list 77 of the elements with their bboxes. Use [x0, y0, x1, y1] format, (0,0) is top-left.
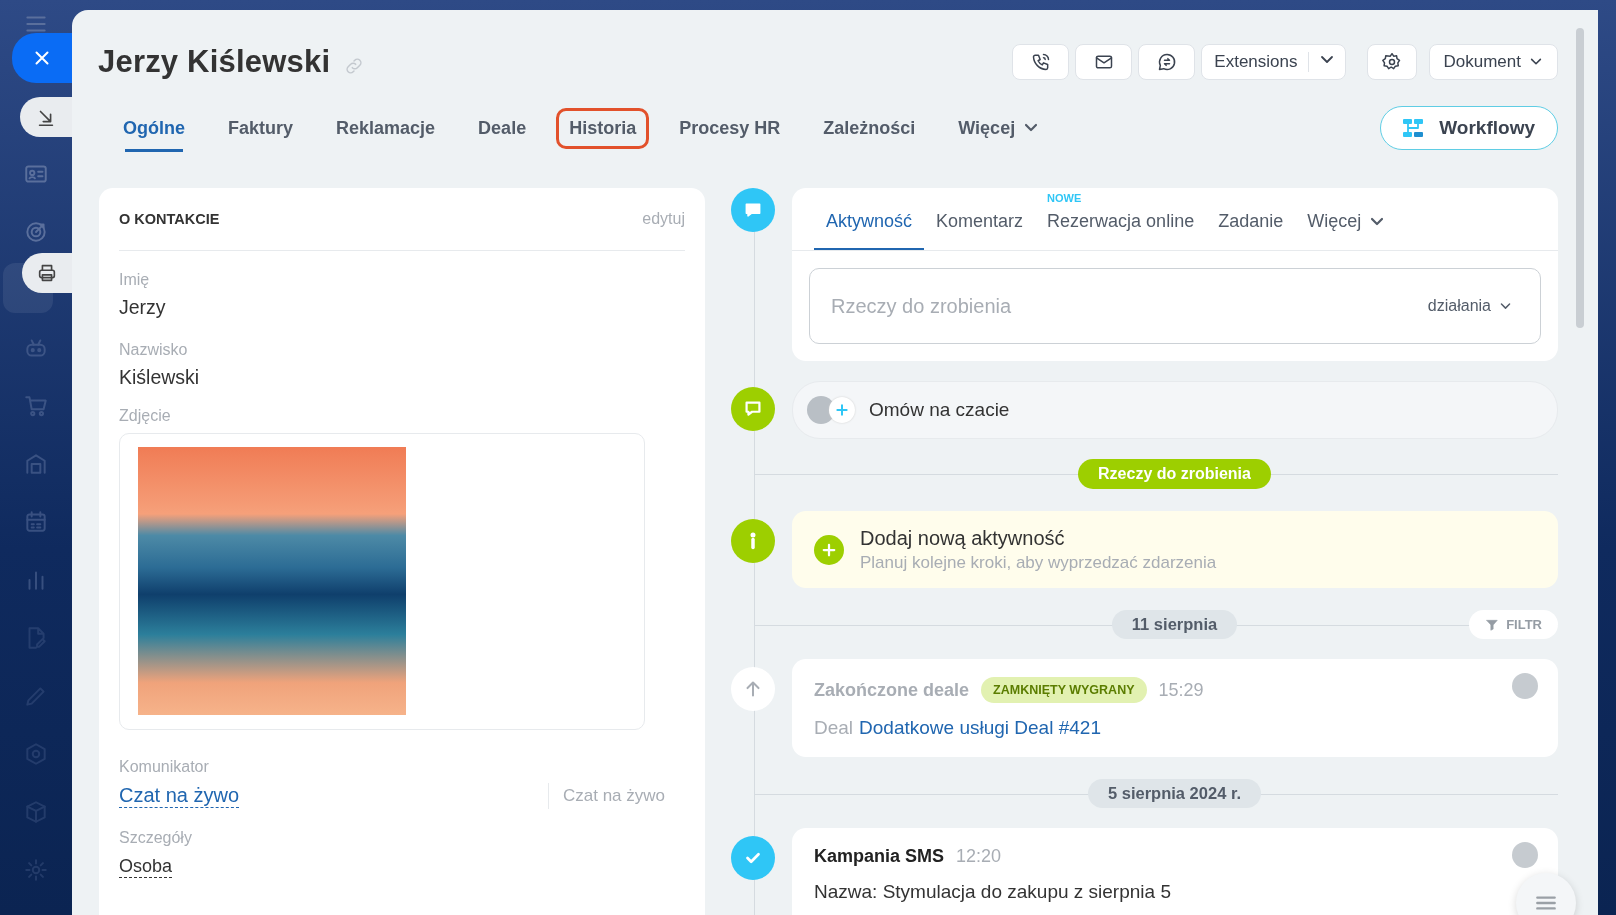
messenger-type: Czat na żywo: [547, 783, 665, 809]
event-title: Kampania SMS: [814, 846, 945, 867]
actions-dropdown[interactable]: działania: [1427, 297, 1512, 315]
tab[interactable]: Historia: [556, 107, 650, 149]
field-label: Szczegóły: [119, 829, 192, 847]
tab[interactable]: Ogólne: [110, 107, 198, 149]
status-badge: ZAMKNIĘTY WYGRANY: [981, 677, 1147, 703]
event-time: 15:29: [1158, 679, 1204, 701]
tab[interactable]: Reklamacje: [323, 107, 449, 149]
add-activity-hint: Planuj kolejne kroki, aby wyprzedzać zdarzenia: [860, 552, 1217, 573]
list-menu-button[interactable]: [1516, 873, 1576, 915]
minimize-button[interactable]: [20, 97, 72, 137]
tab[interactable]: Zależności: [810, 107, 929, 149]
phone-button[interactable]: [1012, 44, 1070, 80]
cart-icon[interactable]: [23, 393, 49, 419]
hexagon-icon[interactable]: [23, 741, 49, 767]
field-value: Kiślewski: [119, 366, 200, 389]
info-icon: [750, 532, 756, 550]
composer-tab[interactable]: Komentarz: [924, 211, 1036, 250]
phone-icon: [1030, 52, 1051, 72]
deal-label: Deal: [814, 717, 854, 739]
chat-button[interactable]: [1138, 44, 1196, 80]
chat-discussion-bar[interactable]: Omów na czacie: [792, 381, 1558, 439]
composer-tab[interactable]: Zadanie: [1206, 211, 1296, 250]
avatar: [1512, 673, 1538, 699]
new-label: NOWE: [1047, 192, 1082, 204]
todo-input-field[interactable]: Rzeczy do zrobienia działania: [809, 268, 1541, 344]
add-activity-title: Dodaj nową aktywność: [860, 526, 1066, 550]
messenger-link[interactable]: Czat na żywo: [119, 784, 240, 808]
section-badge: Rzeczy do zrobienia: [1078, 459, 1271, 489]
field-label: Nazwisko: [119, 341, 188, 359]
tab[interactable]: Więcej: [945, 107, 1053, 149]
section-heading: O KONTAKCIE: [119, 211, 220, 227]
printer-icon: [36, 262, 58, 284]
settings-icon: [1381, 52, 1402, 72]
field-value: Jerzy: [119, 296, 166, 319]
workflow-icon: [1401, 116, 1426, 140]
add-participant-icon[interactable]: [829, 397, 855, 423]
plus-icon: [834, 402, 850, 418]
composer-tab[interactable]: Rezerwacja online: [1035, 211, 1207, 250]
warehouse-icon[interactable]: [23, 451, 49, 477]
deal-link[interactable]: Dodatkowe usługi Deal #421: [859, 717, 1101, 739]
field-label: Komunikator: [119, 758, 209, 776]
settings-button[interactable]: [1366, 44, 1417, 80]
contact-name-title: Jerzy Kiślewski: [98, 44, 331, 80]
document-dropdown[interactable]: Dokument: [1428, 44, 1558, 80]
envelope-icon: [1093, 52, 1114, 72]
event-title: Zakończone deale: [814, 679, 970, 701]
box-icon[interactable]: [23, 799, 49, 825]
tab[interactable]: Faktury: [215, 107, 307, 149]
add-activity-card[interactable]: Dodaj nową aktywność Planuj kolejne kroki, aby wyprzedzać zdarzenia: [792, 511, 1558, 588]
filter-icon: [1485, 617, 1500, 632]
extensions-dropdown[interactable]: Extensions: [1201, 44, 1346, 80]
settings-icon[interactable]: [23, 857, 49, 883]
print-button[interactable]: [22, 253, 72, 293]
link-icon[interactable]: [344, 56, 365, 76]
composer-tab[interactable]: Aktywność: [814, 211, 925, 250]
close-button[interactable]: [12, 33, 72, 83]
target-icon[interactable]: [23, 219, 49, 245]
date-separator: 11 sierpnia: [1111, 610, 1238, 639]
field-label: Imię: [119, 271, 150, 289]
tab[interactable]: Procesy HR: [666, 107, 794, 149]
email-button[interactable]: [1075, 44, 1133, 80]
calendar-icon[interactable]: [23, 509, 49, 535]
avatar: [1512, 842, 1538, 868]
event-text: Nazwa: Stymulacja do zakupu z sierpnia 5: [814, 881, 1172, 903]
composer-tab[interactable]: Więcej: [1295, 211, 1398, 250]
tab[interactable]: Deale: [465, 107, 540, 149]
chat-label: Omów na czacie: [869, 399, 1010, 421]
input-placeholder: Rzeczy do zrobienia: [831, 294, 1012, 318]
date-separator: 5 sierpnia 2024 r.: [1088, 779, 1261, 808]
scrollbar[interactable]: [1576, 28, 1584, 328]
field-value[interactable]: Osoba: [119, 856, 173, 878]
event-time: 12:20: [956, 846, 1002, 867]
chat-bubble-icon: [1156, 52, 1177, 72]
field-label: Zdjęcie: [119, 407, 171, 425]
workflows-button[interactable]: Workflowy: [1380, 106, 1558, 150]
